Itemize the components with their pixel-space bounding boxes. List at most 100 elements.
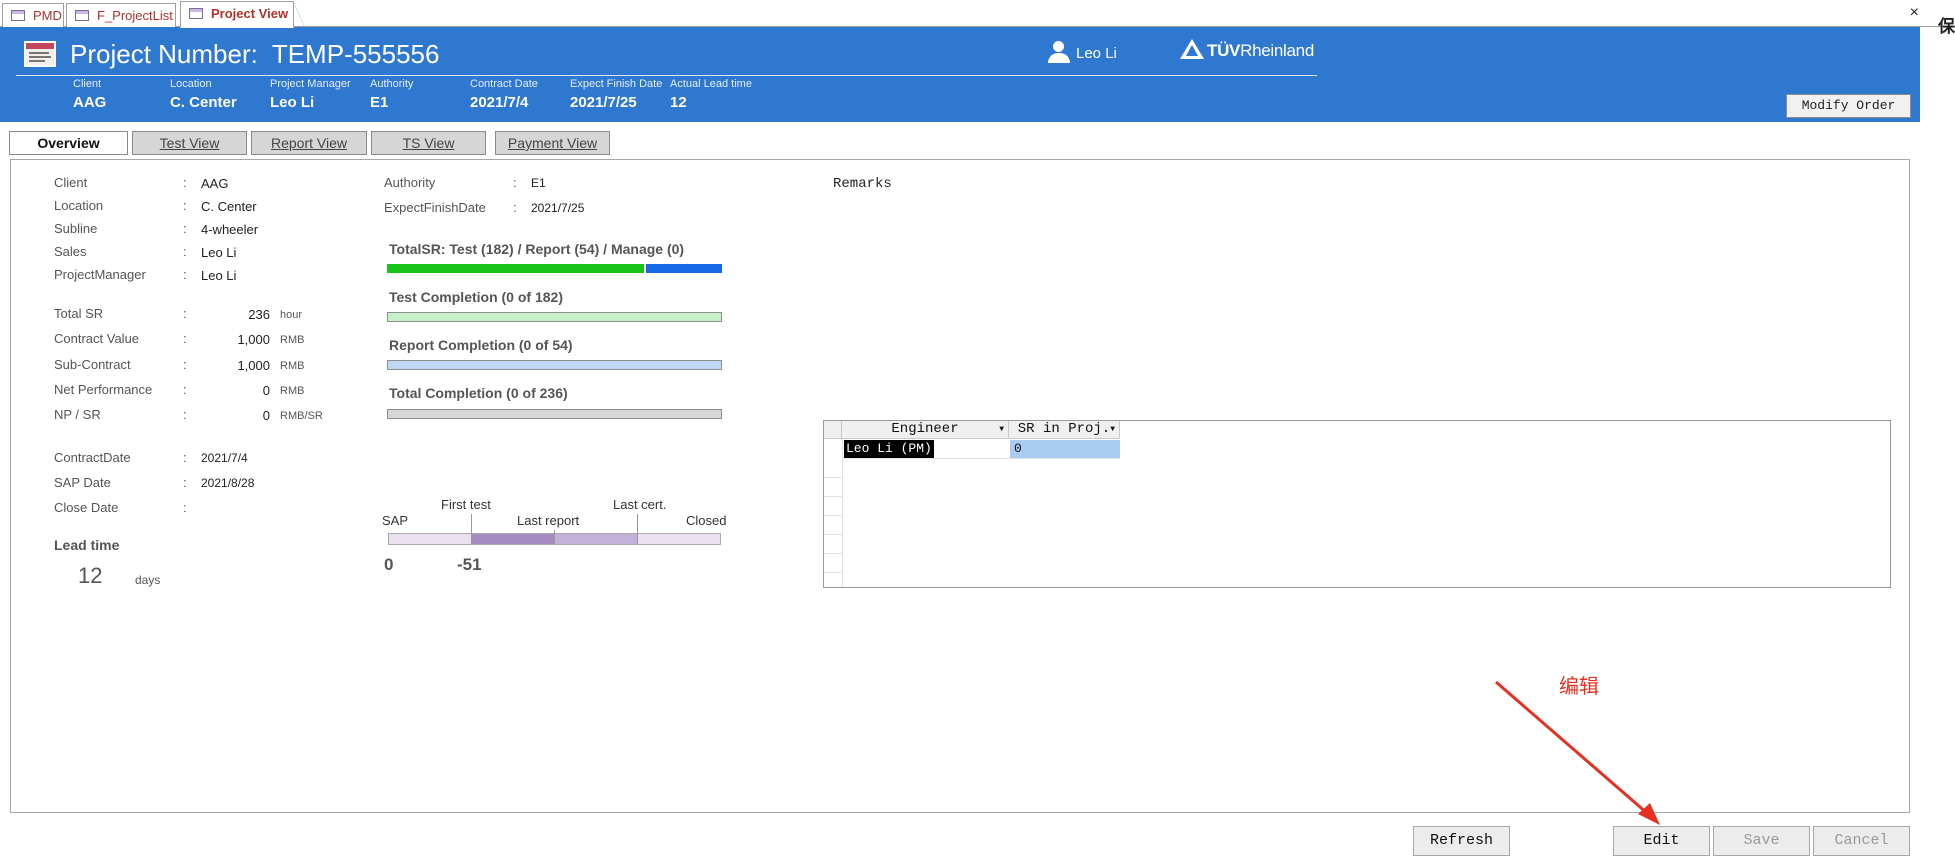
colon: :	[183, 267, 187, 282]
edit-button[interactable]: Edit	[1613, 826, 1710, 856]
grid-row-line	[824, 496, 842, 497]
form-icon	[24, 41, 56, 67]
subline-value: 4-wheeler	[201, 222, 259, 237]
total-sr-breakdown-label: TotalSR: Test (182) / Report (54) / Mana…	[389, 241, 685, 257]
total-sr-label: Total SR	[54, 306, 104, 321]
edge-text: 保	[1938, 17, 1955, 36]
annotation-arrow-icon	[1495, 680, 1660, 825]
grid-row-line	[842, 458, 1120, 459]
sub-contract-value: 1,000	[237, 358, 270, 373]
tab-test-view[interactable]: Test View	[132, 131, 247, 155]
tab-payment-view[interactable]: Payment View	[495, 131, 610, 155]
timeline-tick	[471, 514, 472, 544]
close-icon[interactable]: ×	[1910, 4, 1919, 22]
location-value: C. Center	[201, 199, 257, 214]
total-sr-value: 236	[248, 307, 270, 322]
timeline-first-test-label: First test	[441, 497, 491, 512]
modify-order-button[interactable]: Modify Order	[1786, 94, 1911, 118]
total-sr-unit: hour	[280, 309, 303, 321]
sales-value: Leo Li	[201, 245, 237, 260]
remarks-label: Remarks	[833, 176, 892, 192]
grid-row-line	[824, 515, 842, 516]
sub-contract-label: Sub-Contract	[54, 357, 131, 372]
contract-date-label: ContractDate	[54, 450, 131, 465]
colon: :	[183, 306, 187, 321]
doc-tab-pmd[interactable]: PMD	[2, 3, 64, 27]
colon: :	[183, 221, 187, 236]
meta-contract-date: Contract Date 2021/7/4	[470, 78, 538, 111]
grid-header-engineer[interactable]: Engineer ▼	[842, 421, 1009, 439]
meta-expect-finish-date: Expect Finish Date 2021/7/25	[570, 78, 663, 111]
colon: :	[183, 198, 187, 213]
header-divider	[16, 75, 1317, 76]
subline-label: Subline	[54, 221, 98, 236]
document-tab-bar: PMD F_ProjectList Project View	[0, 0, 1955, 28]
contract-date-value: 2021/7/4	[201, 451, 248, 465]
tuv-logo: TÜVRheinland	[1180, 39, 1314, 61]
client-value: AAG	[201, 176, 229, 191]
grid-cell-sr[interactable]: 0	[1010, 440, 1120, 458]
sales-label: Sales	[54, 244, 87, 259]
refresh-button[interactable]: Refresh	[1413, 826, 1510, 856]
tuv-triangle-icon	[1180, 39, 1204, 59]
timeline-closed-label: Closed	[686, 513, 727, 528]
form-icon	[75, 10, 89, 21]
authority-label: Authority	[384, 175, 436, 190]
colon: :	[513, 175, 517, 190]
colon: :	[183, 475, 187, 490]
timeline-last-report-label: Last report	[517, 513, 580, 528]
test-completion-bar	[387, 312, 722, 322]
form-icon	[11, 10, 25, 21]
doc-tab-projectlist[interactable]: F_ProjectList	[66, 3, 176, 27]
timeline-tick	[554, 530, 555, 544]
colon: :	[183, 357, 187, 372]
engineer-grid[interactable]: Engineer ▼ SR in Proj. ▼ Leo Li (PM) 0	[823, 420, 1891, 588]
timeline-first-test-value: -51	[457, 555, 482, 574]
tab-ts-view[interactable]: TS View	[371, 131, 486, 155]
expect-finish-value: 2021/7/25	[531, 201, 585, 215]
project-number: TEMP-555556	[271, 39, 440, 69]
colon: :	[183, 331, 187, 346]
project-manager-value: Leo Li	[201, 268, 237, 283]
project-header: Project Number: TEMP-555556 Leo Li TÜVRh…	[0, 27, 1920, 122]
contract-value-label: Contract Value	[54, 331, 140, 346]
lead-time-unit: days	[135, 573, 161, 587]
location-label: Location	[54, 198, 104, 213]
grid-select-all[interactable]	[824, 421, 842, 439]
timeline-segment	[554, 534, 637, 544]
close-date-label: Close Date	[54, 500, 119, 515]
grid-cell-engineer[interactable]: Leo Li (PM)	[844, 440, 934, 458]
dropdown-arrow-icon[interactable]: ▼	[1110, 421, 1115, 438]
total-completion-label: Total Completion (0 of 236)	[389, 385, 568, 401]
colon: :	[183, 244, 187, 259]
test-sr-segment	[387, 264, 644, 273]
timeline-segment	[471, 534, 554, 544]
save-button[interactable]: Save	[1713, 826, 1810, 856]
user-icon	[1048, 41, 1070, 63]
project-manager-label: ProjectManager	[54, 267, 146, 282]
timeline-last-cert-label: Last cert.	[613, 497, 667, 512]
grid-row-line	[824, 572, 842, 573]
sap-date-value: 2021/8/28	[201, 476, 255, 490]
cancel-button[interactable]: Cancel	[1813, 826, 1910, 856]
lead-time-value: 12	[78, 563, 103, 588]
lead-time-label: Lead time	[54, 537, 120, 553]
tab-report-view[interactable]: Report View	[251, 131, 367, 155]
total-sr-breakdown-bar	[387, 264, 722, 273]
timeline-bar	[388, 514, 721, 545]
net-performance-label: Net Performance	[54, 382, 153, 397]
client-label: Client	[54, 175, 88, 190]
authority-value: E1	[531, 176, 546, 190]
sub-contract-unit: RMB	[280, 360, 305, 372]
np-sr-value: 0	[262, 408, 270, 423]
doc-tab-project-view[interactable]: Project View	[180, 1, 305, 28]
timeline-sap-label: SAP	[382, 513, 409, 528]
colon: :	[513, 200, 517, 215]
contract-value-unit: RMB	[280, 334, 305, 346]
form-icon	[189, 8, 203, 19]
meta-location: Location C. Center	[170, 78, 237, 111]
grid-header-sr-in-proj[interactable]: SR in Proj. ▼	[1009, 421, 1120, 439]
dropdown-arrow-icon[interactable]: ▼	[999, 421, 1004, 438]
contract-value-value: 1,000	[237, 332, 270, 347]
tab-overview[interactable]: Overview	[9, 131, 128, 155]
